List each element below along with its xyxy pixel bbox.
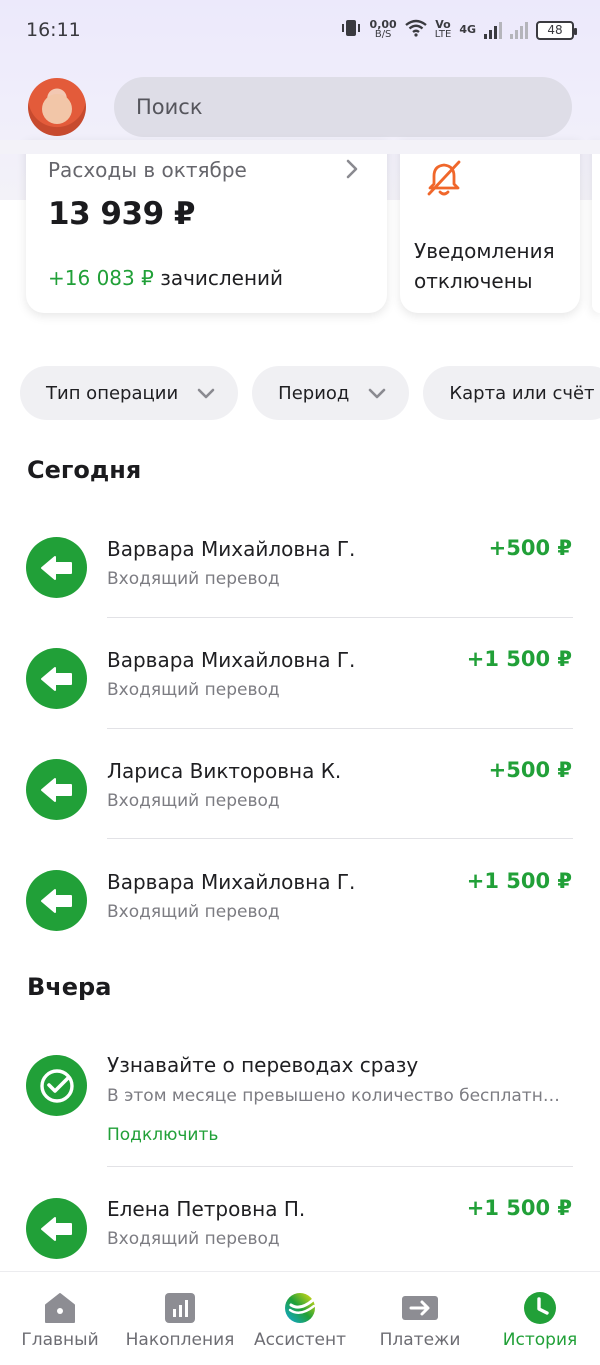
nav-tab-history[interactable]: История: [480, 1272, 600, 1365]
transaction-row[interactable]: Варвара Михайловна Г. Входящий перевод +…: [0, 512, 600, 622]
transaction-name: Варвара Михайловна Г.: [107, 870, 356, 894]
transaction-row[interactable]: Варвара Михайловна Г. Входящий перевод +…: [0, 623, 600, 733]
filter-operation-type[interactable]: Тип операции: [20, 366, 239, 420]
signal-strength-sim2-icon: [510, 21, 528, 39]
chevron-down-icon: [196, 383, 216, 403]
nav-label-assistant: Ассистент: [253, 1330, 347, 1350]
chevron-right-icon: [345, 158, 359, 186]
next-card-edge[interactable]: [592, 140, 600, 313]
transaction-type: Входящий перевод: [107, 791, 280, 811]
filter-card-label: Карта или счёт: [449, 382, 595, 404]
home-icon: [42, 1290, 78, 1326]
nav-tab-payments[interactable]: Платежи: [360, 1272, 480, 1365]
notifications-line1: Уведомления: [414, 239, 555, 263]
transaction-row[interactable]: Елена Петровна П. Входящий перевод +1 50…: [0, 1173, 600, 1283]
transaction-name: Варвара Михайловна Г.: [107, 537, 356, 561]
search-placeholder: Поиск: [136, 95, 203, 119]
divider: [107, 617, 573, 618]
transaction-row[interactable]: Варвара Михайловна Г. Входящий перевод +…: [0, 845, 600, 955]
cards-top-fade: [0, 140, 600, 154]
history-clock-icon: [522, 1290, 558, 1326]
net-speed-indicator: 0,00 B/S: [369, 18, 397, 40]
divider: [107, 838, 573, 839]
transaction-name: Лариса Викторовна К.: [107, 759, 342, 783]
nav-tab-home[interactable]: Главный: [0, 1272, 120, 1365]
search-input[interactable]: Поиск: [114, 77, 572, 137]
savings-chart-icon: [162, 1290, 198, 1326]
transaction-type: Входящий перевод: [107, 1229, 280, 1249]
divider: [107, 1166, 573, 1167]
transaction-amount: +1 500 ₽: [466, 1196, 572, 1220]
payments-arrow-icon: [402, 1290, 438, 1326]
transaction-amount: +1 500 ₽: [466, 869, 572, 893]
incoming-transfer-icon: [26, 1198, 87, 1259]
notifications-status: Уведомления отключены: [414, 236, 555, 296]
incoming-transfer-icon: [26, 870, 87, 931]
incoming-transfer-icon: [26, 648, 87, 709]
nav-label-home: Главный: [21, 1330, 99, 1350]
divider: [107, 728, 573, 729]
income-amount: +16 083 ₽: [48, 266, 154, 290]
transaction-type: Входящий перевод: [107, 569, 280, 589]
promo-connect-link[interactable]: Подключить: [107, 1125, 218, 1145]
incoming-transfer-icon: [26, 537, 87, 598]
status-icons: 0,00 B/S Vo LTE 4G 48: [340, 18, 577, 41]
transaction-name: Варвара Михайловна Г.: [107, 648, 356, 672]
expenses-amount: 13 939 ₽: [48, 196, 196, 232]
search-row: Поиск: [0, 74, 600, 140]
income-summary: +16 083 ₽ зачислений: [48, 266, 283, 290]
bottom-navigation: Главный Накопления Ассистент Платежи Ист…: [0, 1271, 600, 1365]
nav-label-history: История: [502, 1330, 578, 1350]
promo-text: В этом месяце превышено количество беспл…: [107, 1086, 560, 1106]
transaction-amount: +1 500 ₽: [466, 647, 572, 671]
assistant-logo-icon: [282, 1290, 318, 1326]
transaction-row[interactable]: Лариса Викторовна К. Входящий перевод +5…: [0, 734, 600, 844]
nav-label-payments: Платежи: [379, 1330, 461, 1350]
network-type-label: 4G: [459, 23, 476, 36]
volte-indicator: Vo LTE: [434, 18, 452, 40]
nav-label-savings: Накопления: [125, 1330, 235, 1350]
filter-period[interactable]: Период: [252, 366, 410, 420]
nav-tab-assistant[interactable]: Ассистент: [240, 1272, 360, 1365]
vibrate-icon: [340, 19, 362, 41]
notifications-line2: отключены: [414, 269, 533, 293]
transaction-name: Елена Петровна П.: [107, 1197, 306, 1221]
expenses-title: Расходы в октябре: [48, 158, 247, 182]
wifi-icon: [404, 19, 427, 41]
signal-strength-icon: [484, 21, 502, 39]
expenses-card[interactable]: Расходы в октябре 13 939 ₽ +16 083 ₽ зач…: [26, 140, 387, 313]
filter-card-or-account[interactable]: Карта или счёт: [423, 366, 600, 420]
chevron-down-icon: [367, 383, 387, 403]
battery-icon: 48: [536, 20, 577, 40]
transaction-type: Входящий перевод: [107, 680, 280, 700]
avatar[interactable]: [28, 78, 86, 136]
incoming-transfer-icon: [26, 759, 87, 820]
filter-chips: Тип операции Период Карта или счёт: [20, 366, 600, 420]
status-bar: 16:11 0,00 B/S Vo LTE 4G 48: [0, 0, 600, 60]
bell-off-icon: [420, 154, 468, 202]
battery-level: 48: [547, 23, 563, 37]
filter-period-label: Период: [278, 382, 350, 404]
transaction-amount: +500 ₽: [488, 758, 572, 782]
income-label: зачислений: [160, 266, 284, 290]
promo-notification-row[interactable]: Узнавайте о переводах сразу В этом месяц…: [0, 1030, 600, 1160]
notifications-card[interactable]: Уведомления отключены: [400, 140, 580, 313]
checkmark-badge-icon: [26, 1055, 87, 1116]
section-title-yesterday: Вчера: [27, 973, 112, 1001]
transaction-type: Входящий перевод: [107, 902, 280, 922]
transaction-amount: +500 ₽: [488, 536, 572, 560]
promo-title: Узнавайте о переводах сразу: [107, 1053, 419, 1077]
nav-tab-savings[interactable]: Накопления: [120, 1272, 240, 1365]
filter-operation-type-label: Тип операции: [46, 382, 179, 404]
section-title-today: Сегодня: [27, 456, 142, 484]
status-time: 16:11: [26, 19, 81, 41]
